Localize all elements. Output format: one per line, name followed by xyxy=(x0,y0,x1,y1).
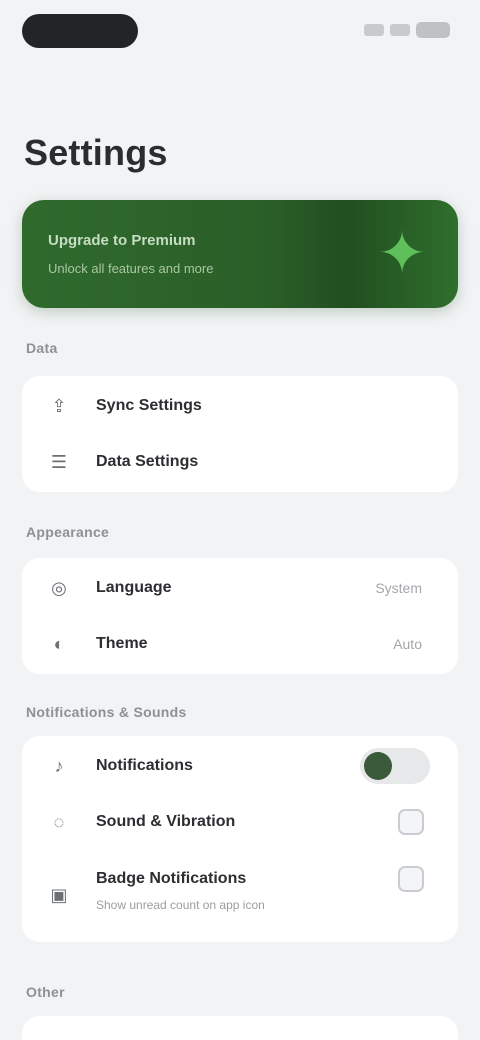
signal-icon xyxy=(364,24,384,36)
battery-icon xyxy=(416,22,450,38)
section-label-other: Other xyxy=(26,984,65,1000)
notifications-toggle[interactable] xyxy=(360,748,430,784)
row-label: Badge Notifications xyxy=(96,870,247,887)
section-label-data: Data xyxy=(26,340,58,356)
row-badge[interactable]: ▣ Badge Notifications Show unread count … xyxy=(22,854,458,934)
page-title: Settings xyxy=(24,132,168,173)
row-data-settings[interactable]: ☰ Data Settings xyxy=(22,434,458,490)
card-appearance: ◎ Language System ◐ Theme Auto xyxy=(22,558,458,674)
globe-icon: ◎ xyxy=(51,578,67,598)
row-value: Auto xyxy=(393,636,422,652)
row-theme[interactable]: ◐ Theme Auto xyxy=(22,616,458,672)
bell-icon: ♪ xyxy=(54,756,64,776)
row-label: Theme xyxy=(96,635,148,652)
theme-icon: ◐ xyxy=(53,634,65,654)
row-label: Sync Settings xyxy=(96,397,202,414)
row-language[interactable]: ◎ Language System xyxy=(22,560,458,616)
row-value: System xyxy=(375,580,422,596)
wifi-icon xyxy=(390,24,410,36)
row-notifications[interactable]: ♪ Notifications xyxy=(22,738,458,794)
card-data: ⇪ Sync Settings ☰ Data Settings xyxy=(22,376,458,492)
row-label: Data Settings xyxy=(96,453,199,470)
dynamic-island xyxy=(22,14,138,48)
sound-icon: ◌ xyxy=(53,812,65,832)
upload-icon: ⇪ xyxy=(51,396,67,416)
row-label: Notifications xyxy=(96,757,193,774)
row-sound[interactable]: ◌ Sound & Vibration xyxy=(22,794,458,850)
badge-icon: ▣ xyxy=(50,885,68,905)
banner-title: Upgrade to Premium xyxy=(48,232,196,249)
card-other xyxy=(22,1016,458,1040)
row-subtitle: Show unread count on app icon xyxy=(96,898,265,912)
section-label-appearance: Appearance xyxy=(26,524,110,540)
section-label-notifications: Notifications & Sounds xyxy=(26,704,187,720)
list-icon: ☰ xyxy=(50,452,68,472)
row-sync-settings[interactable]: ⇪ Sync Settings xyxy=(22,378,458,434)
toggle-knob xyxy=(364,752,392,780)
sparkle-icon: ✦ xyxy=(377,221,427,286)
sound-checkbox[interactable] xyxy=(398,809,424,835)
row-label: Language xyxy=(96,579,172,596)
badge-checkbox[interactable] xyxy=(398,866,424,892)
banner-subtitle: Unlock all features and more xyxy=(48,261,214,276)
row-label: Sound & Vibration xyxy=(96,813,236,830)
status-bar xyxy=(0,0,480,64)
banner-text: Upgrade to Premium Unlock all features a… xyxy=(48,232,288,276)
premium-banner[interactable]: Upgrade to Premium Unlock all features a… xyxy=(22,200,458,308)
card-notifications: ♪ Notifications ◌ Sound & Vibration ▣ Ba… xyxy=(22,736,458,942)
status-icons xyxy=(364,22,450,38)
